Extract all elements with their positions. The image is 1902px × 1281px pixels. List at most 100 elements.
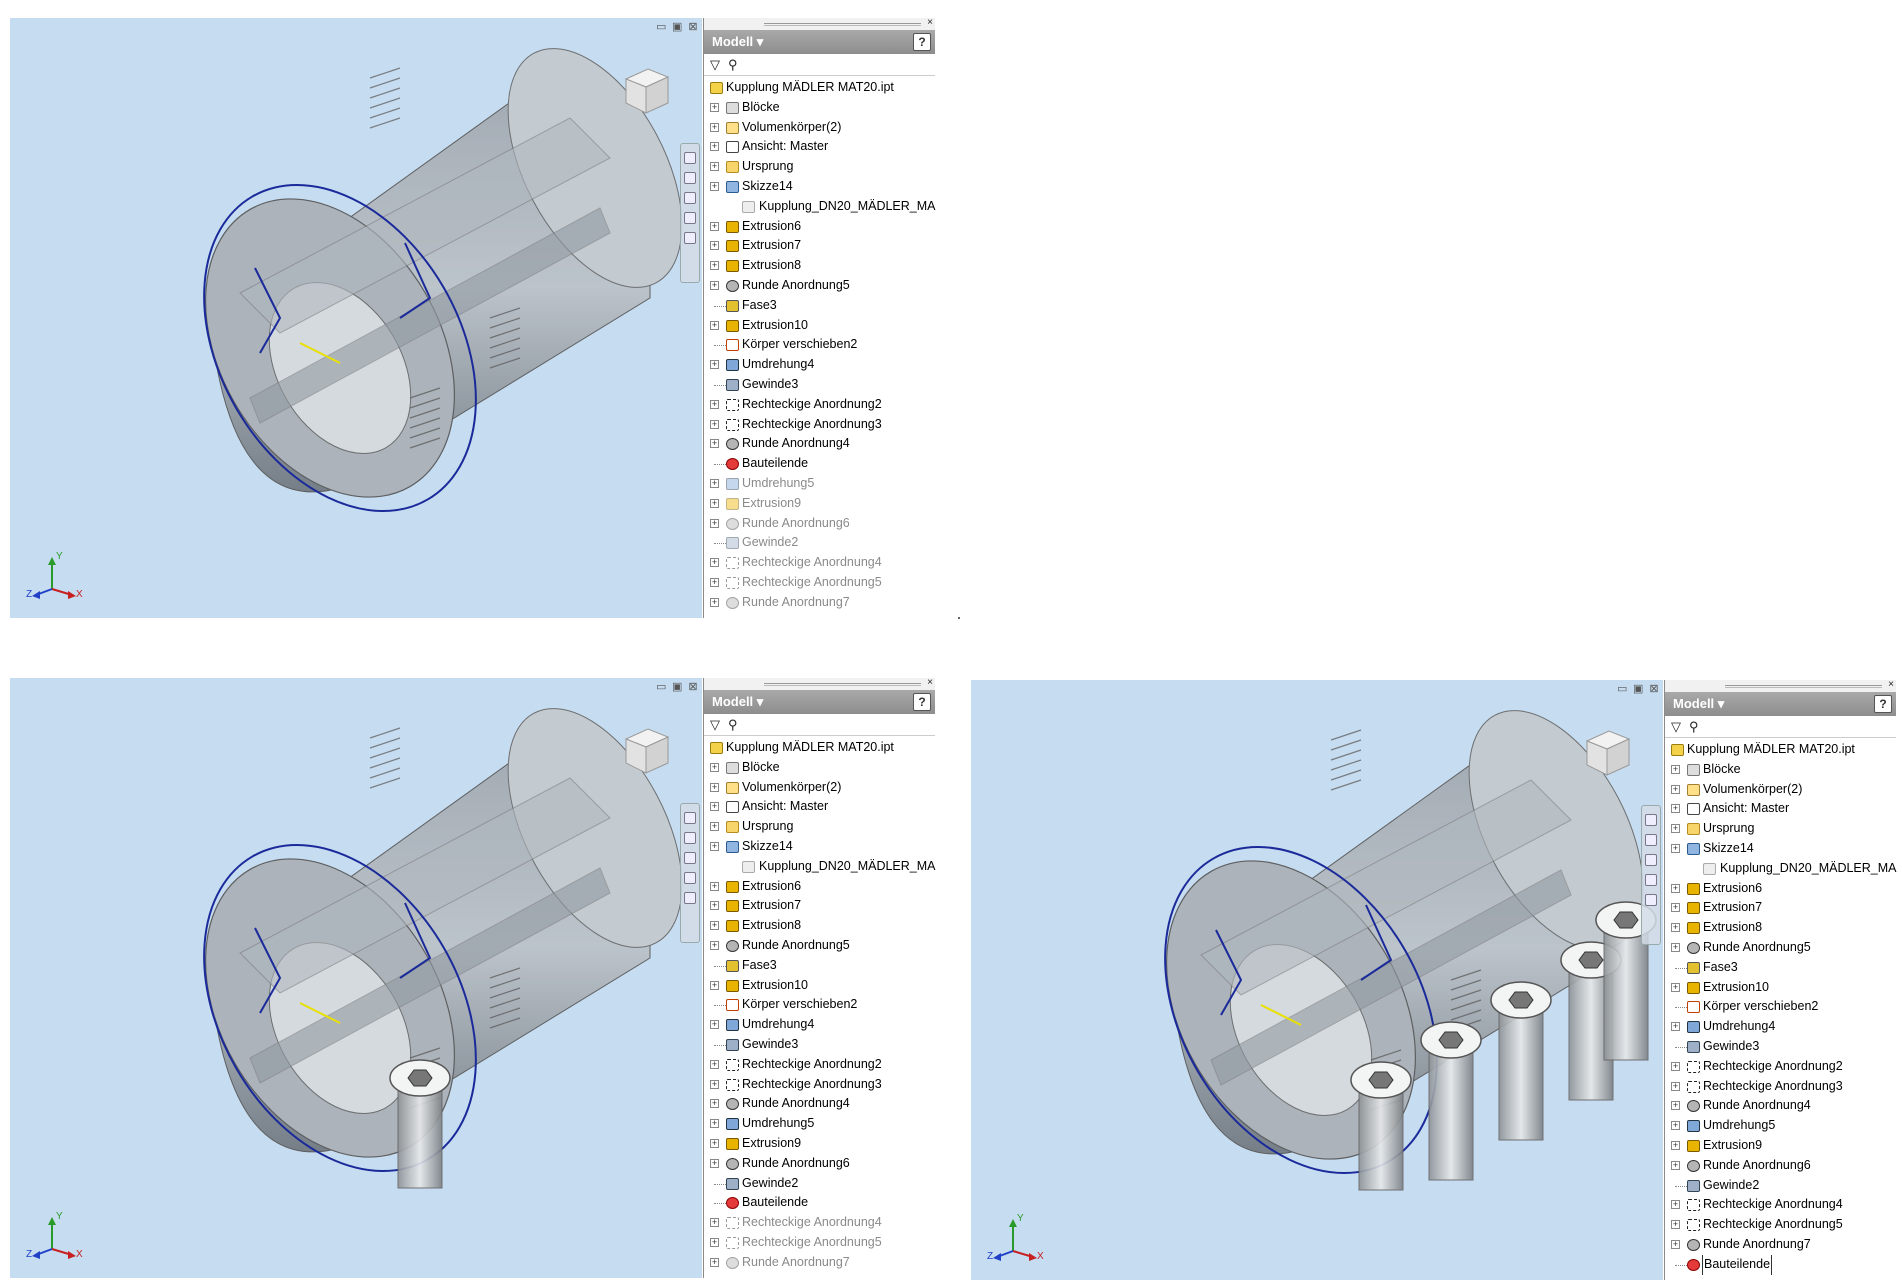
- expand-toggle-icon[interactable]: +: [1671, 1101, 1680, 1111]
- expand-toggle-icon[interactable]: +: [710, 399, 719, 409]
- expand-toggle-icon[interactable]: +: [1671, 804, 1680, 814]
- viewcube-icon[interactable]: [618, 723, 672, 777]
- viewcube-icon[interactable]: [1579, 725, 1633, 779]
- restore-button[interactable]: ▣: [672, 22, 682, 33]
- filter-icon[interactable]: ▽: [710, 57, 720, 73]
- tree-item[interactable]: + Umdrehung4: [1665, 1017, 1897, 1037]
- tree-item[interactable]: + Rechteckige Anordnung4: [704, 553, 936, 573]
- tree-item[interactable]: + Extrusion7: [704, 236, 936, 256]
- expand-toggle-icon[interactable]: +: [710, 901, 719, 911]
- binoculars-icon[interactable]: ⚲: [1689, 719, 1699, 735]
- tree-item[interactable]: Gewinde3: [1665, 1037, 1897, 1057]
- expand-toggle-icon[interactable]: +: [1671, 923, 1680, 933]
- tree-item[interactable]: + Extrusion9: [704, 1134, 936, 1154]
- tree-item[interactable]: Kupplung MÄDLER MAT20.ipt: [1665, 740, 1897, 760]
- restore-button[interactable]: ▣: [672, 682, 682, 693]
- expand-toggle-icon[interactable]: +: [710, 1020, 719, 1030]
- expand-toggle-icon[interactable]: +: [710, 1257, 719, 1267]
- pan-icon[interactable]: [1645, 814, 1657, 826]
- expand-toggle-icon[interactable]: +: [1671, 1240, 1680, 1249]
- tree-item[interactable]: + Extrusion7: [1665, 898, 1897, 918]
- orbit-icon[interactable]: [1645, 854, 1657, 866]
- expand-toggle-icon[interactable]: +: [710, 842, 719, 851]
- expand-toggle-icon[interactable]: +: [710, 941, 719, 950]
- binoculars-icon[interactable]: ⚲: [728, 717, 738, 733]
- tree-item[interactable]: Körper verschieben2: [704, 995, 936, 1015]
- tree-item[interactable]: + Rechteckige Anordnung3: [704, 1075, 936, 1095]
- expand-toggle-icon[interactable]: +: [710, 320, 719, 330]
- browser-title-dropdown[interactable]: Modell ▾?: [1665, 692, 1896, 716]
- tree-item[interactable]: + Runde Anordnung4: [704, 1094, 936, 1114]
- tree-item[interactable]: + Umdrehung5: [704, 474, 936, 494]
- expand-toggle-icon[interactable]: +: [710, 1238, 719, 1247]
- expand-toggle-icon[interactable]: +: [710, 241, 719, 251]
- tree-item[interactable]: + Umdrehung4: [704, 355, 936, 375]
- minimize-button[interactable]: ▭: [656, 682, 666, 693]
- tree-item[interactable]: + Volumenkörper(2): [704, 778, 936, 798]
- expand-toggle-icon[interactable]: +: [710, 1119, 719, 1129]
- tree-item[interactable]: + Runde Anordnung5: [704, 276, 936, 296]
- tree-item[interactable]: + Runde Anordnung4: [704, 434, 936, 454]
- graphics-viewport[interactable]: ▭ ▣ ⊠ X Y Z: [10, 18, 702, 618]
- expand-toggle-icon[interactable]: +: [710, 1099, 719, 1109]
- tree-item[interactable]: + Extrusion7: [704, 896, 936, 916]
- expand-toggle-icon[interactable]: +: [710, 921, 719, 931]
- expand-toggle-icon[interactable]: +: [710, 578, 719, 587]
- expand-toggle-icon[interactable]: +: [710, 281, 719, 290]
- tree-item[interactable]: + Extrusion9: [704, 494, 936, 514]
- expand-toggle-icon[interactable]: +: [710, 558, 719, 568]
- tree-item[interactable]: + Ursprung: [1665, 819, 1897, 839]
- tree-item[interactable]: + Rechteckige Anordnung5: [704, 1233, 936, 1253]
- browser-title-dropdown[interactable]: Modell ▾?: [704, 30, 935, 54]
- zoom-icon[interactable]: [684, 832, 696, 844]
- close-button[interactable]: ⊠: [688, 22, 698, 33]
- tree-item[interactable]: Gewinde2: [1665, 1176, 1897, 1196]
- browser-grip[interactable]: ×: [704, 17, 935, 30]
- tree-item[interactable]: + Rechteckige Anordnung2: [704, 395, 936, 415]
- tree-item[interactable]: Bauteilende: [1665, 1254, 1897, 1275]
- graphics-viewport[interactable]: ▭ ▣ ⊠ X Y Z: [10, 678, 702, 1278]
- tree-item[interactable]: Kupplung_DN20_MÄDLER_MA: [1665, 859, 1897, 879]
- tree-item[interactable]: + Runde Anordnung5: [704, 936, 936, 956]
- tree-item[interactable]: + Extrusion10: [1665, 978, 1897, 998]
- tree-item[interactable]: Gewinde3: [704, 1035, 936, 1055]
- expand-toggle-icon[interactable]: +: [710, 1139, 719, 1148]
- expand-toggle-icon[interactable]: +: [1671, 903, 1680, 913]
- expand-toggle-icon[interactable]: +: [710, 1218, 719, 1228]
- expand-toggle-icon[interactable]: +: [710, 261, 719, 271]
- tree-item[interactable]: Körper verschieben2: [1665, 997, 1897, 1017]
- expand-toggle-icon[interactable]: +: [710, 802, 719, 812]
- expand-toggle-icon[interactable]: +: [1671, 1160, 1680, 1170]
- expand-toggle-icon[interactable]: +: [710, 980, 719, 990]
- tree-item[interactable]: Gewinde2: [704, 1174, 936, 1194]
- navigation-bar[interactable]: [680, 803, 700, 943]
- viewcube-icon[interactable]: [618, 63, 672, 117]
- expand-toggle-icon[interactable]: +: [1671, 1081, 1680, 1091]
- browser-title-dropdown[interactable]: Modell ▾?: [704, 690, 935, 714]
- expand-toggle-icon[interactable]: +: [1671, 844, 1680, 853]
- tree-item[interactable]: Gewinde3: [704, 375, 936, 395]
- tree-item[interactable]: + Rechteckige Anordnung4: [1665, 1195, 1897, 1215]
- tree-item[interactable]: + Runde Anordnung4: [1665, 1096, 1897, 1116]
- tree-item[interactable]: + Blöcke: [704, 98, 936, 118]
- navigation-bar[interactable]: [1641, 805, 1661, 945]
- tree-item[interactable]: + Umdrehung4: [704, 1015, 936, 1035]
- expand-toggle-icon[interactable]: +: [1671, 1220, 1680, 1230]
- 3d-model-view[interactable]: [10, 678, 702, 1278]
- tree-item[interactable]: + Rechteckige Anordnung2: [1665, 1057, 1897, 1077]
- expand-toggle-icon[interactable]: +: [710, 102, 719, 112]
- restore-button[interactable]: ▣: [1633, 684, 1643, 695]
- tree-item[interactable]: + Rechteckige Anordnung3: [1665, 1077, 1897, 1097]
- expand-toggle-icon[interactable]: +: [1671, 1061, 1680, 1071]
- minimize-button[interactable]: ▭: [1617, 684, 1627, 695]
- tree-item[interactable]: + Rechteckige Anordnung5: [704, 573, 936, 593]
- look-icon[interactable]: [1645, 874, 1657, 886]
- tree-item[interactable]: + Rechteckige Anordnung5: [1665, 1215, 1897, 1235]
- tree-item[interactable]: Körper verschieben2: [704, 335, 936, 355]
- zoom-all-icon[interactable]: [1645, 894, 1657, 906]
- tree-item[interactable]: + Umdrehung5: [704, 1114, 936, 1134]
- expand-toggle-icon[interactable]: +: [1671, 883, 1680, 893]
- orbit-icon[interactable]: [684, 852, 696, 864]
- zoom-all-icon[interactable]: [684, 892, 696, 904]
- tree-item[interactable]: Kupplung MÄDLER MAT20.ipt: [704, 78, 936, 98]
